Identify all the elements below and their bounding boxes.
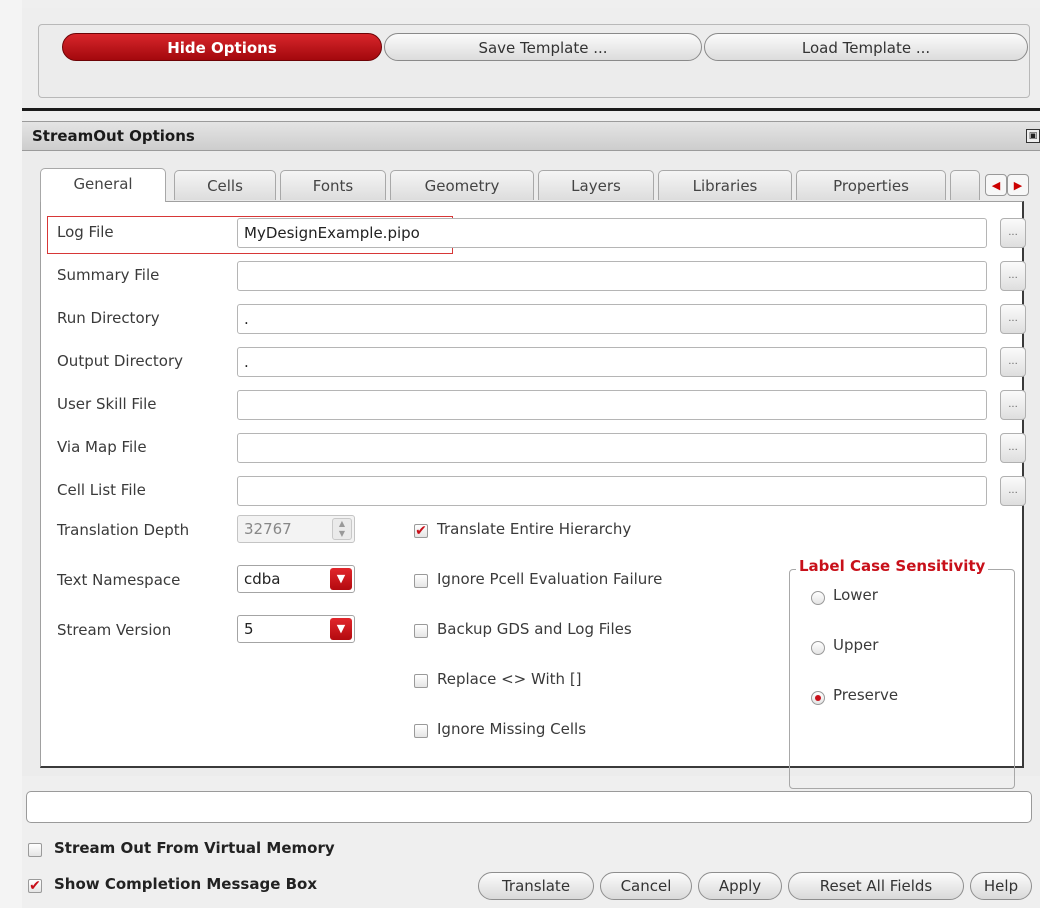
user-skill-file-input[interactable]: [237, 390, 987, 420]
tab-layers[interactable]: Layers: [538, 170, 654, 200]
label-case-upper-radio[interactable]: [811, 641, 825, 655]
output-directory-label: Output Directory: [57, 352, 184, 370]
options-title: StreamOut Options: [32, 127, 195, 145]
cancel-button[interactable]: Cancel: [600, 872, 692, 900]
user-skill-file-label: User Skill File: [57, 395, 157, 413]
cell-list-file-label: Cell List File: [57, 481, 146, 499]
label-case-preserve-label[interactable]: Preserve: [833, 686, 898, 704]
translation-depth-label: Translation Depth: [57, 521, 190, 539]
tab-properties[interactable]: Properties: [796, 170, 946, 200]
tab-scroll-left-icon[interactable]: ◀: [985, 174, 1007, 196]
status-field[interactable]: [26, 791, 1032, 823]
tab-scroll-right-icon[interactable]: ▶: [1007, 174, 1029, 196]
ignore-missing-cells-label[interactable]: Ignore Missing Cells: [437, 720, 586, 738]
streamout-dialog: Hide Options Save Template ... Load Temp…: [22, 0, 1040, 908]
options-header: StreamOut Options ▣: [22, 121, 1040, 151]
run-directory-browse-button[interactable]: ...: [1000, 304, 1026, 334]
label-case-lower-label[interactable]: Lower: [833, 586, 878, 604]
stream-version-label: Stream Version: [57, 621, 172, 639]
label-case-preserve-radio[interactable]: [811, 691, 825, 705]
replace-brackets-checkbox[interactable]: [414, 674, 428, 688]
translation-depth-spinbox[interactable]: 32767 ▲ ▼: [237, 515, 355, 543]
translate-button[interactable]: Translate: [478, 872, 594, 900]
replace-brackets-label[interactable]: Replace <> With []: [437, 670, 582, 688]
completion-message-checkbox[interactable]: ✔: [28, 879, 42, 893]
save-template-button[interactable]: Save Template ...: [384, 33, 702, 61]
stream-version-select[interactable]: 5 ▼: [237, 615, 355, 643]
ignore-missing-cells-checkbox[interactable]: [414, 724, 428, 738]
text-namespace-value: cdba: [244, 570, 281, 588]
summary-file-browse-button[interactable]: ...: [1000, 261, 1026, 291]
tab-cells[interactable]: Cells: [174, 170, 276, 200]
output-directory-browse-button[interactable]: ...: [1000, 347, 1026, 377]
user-skill-file-browse-button[interactable]: ...: [1000, 390, 1026, 420]
tab-libraries[interactable]: Libraries: [658, 170, 792, 200]
dropdown-arrow-icon[interactable]: ▼: [330, 568, 352, 590]
log-file-input[interactable]: MyDesignExample.pipo: [237, 218, 987, 248]
label-case-lower-radio[interactable]: [811, 591, 825, 605]
label-case-upper-label[interactable]: Upper: [833, 636, 878, 654]
help-button[interactable]: Help: [970, 872, 1032, 900]
run-directory-label: Run Directory: [57, 309, 160, 327]
ignore-pcell-failure-label[interactable]: Ignore Pcell Evaluation Failure: [437, 570, 662, 588]
hide-options-button[interactable]: Hide Options: [62, 33, 382, 61]
tab-scroll-controls: ◀ ▶: [981, 172, 1033, 198]
tab-geometry[interactable]: Geometry: [390, 170, 534, 200]
via-map-file-label: Via Map File: [57, 438, 147, 456]
label-case-title: Label Case Sensitivity: [796, 557, 989, 575]
spin-arrows-icon[interactable]: ▲ ▼: [332, 518, 352, 540]
translate-hierarchy-label[interactable]: Translate Entire Hierarchy: [437, 520, 631, 538]
tab-general[interactable]: General: [40, 168, 166, 202]
text-namespace-select[interactable]: cdba ▼: [237, 565, 355, 593]
via-map-file-browse-button[interactable]: ...: [1000, 433, 1026, 463]
virtual-memory-checkbox[interactable]: [28, 843, 42, 857]
virtual-memory-label[interactable]: Stream Out From Virtual Memory: [54, 839, 335, 857]
summary-file-label: Summary File: [57, 266, 160, 284]
text-namespace-label: Text Namespace: [57, 571, 181, 589]
reset-all-fields-button[interactable]: Reset All Fields: [788, 872, 964, 900]
tab-overflow[interactable]: [950, 170, 980, 200]
load-template-button[interactable]: Load Template ...: [704, 33, 1028, 61]
general-tab-content: Log File MyDesignExample.pipo ... Summar…: [40, 201, 1026, 789]
options-tab-area: General Cells Fonts Geometry Layers Libr…: [22, 151, 1040, 789]
stream-version-value: 5: [244, 620, 254, 638]
ignore-pcell-failure-checkbox[interactable]: [414, 574, 428, 588]
backup-gds-checkbox[interactable]: [414, 624, 428, 638]
undock-icon[interactable]: ▣: [1026, 129, 1040, 143]
output-directory-input[interactable]: .: [237, 347, 987, 377]
apply-button[interactable]: Apply: [698, 872, 782, 900]
backup-gds-label[interactable]: Backup GDS and Log Files: [437, 620, 632, 638]
summary-file-input[interactable]: [237, 261, 987, 291]
completion-message-label[interactable]: Show Completion Message Box: [54, 875, 317, 893]
tab-fonts[interactable]: Fonts: [280, 170, 386, 200]
via-map-file-input[interactable]: [237, 433, 987, 463]
left-margin: [0, 0, 22, 908]
cell-list-file-browse-button[interactable]: ...: [1000, 476, 1026, 506]
translation-depth-value: 32767: [244, 520, 292, 538]
run-directory-input[interactable]: .: [237, 304, 987, 334]
cell-list-file-input[interactable]: [237, 476, 987, 506]
translate-hierarchy-checkbox[interactable]: ✔: [414, 524, 428, 538]
section-divider: [22, 108, 1040, 111]
log-file-browse-button[interactable]: ...: [1000, 218, 1026, 248]
dropdown-arrow-icon[interactable]: ▼: [330, 618, 352, 640]
log-file-label: Log File: [57, 223, 114, 241]
